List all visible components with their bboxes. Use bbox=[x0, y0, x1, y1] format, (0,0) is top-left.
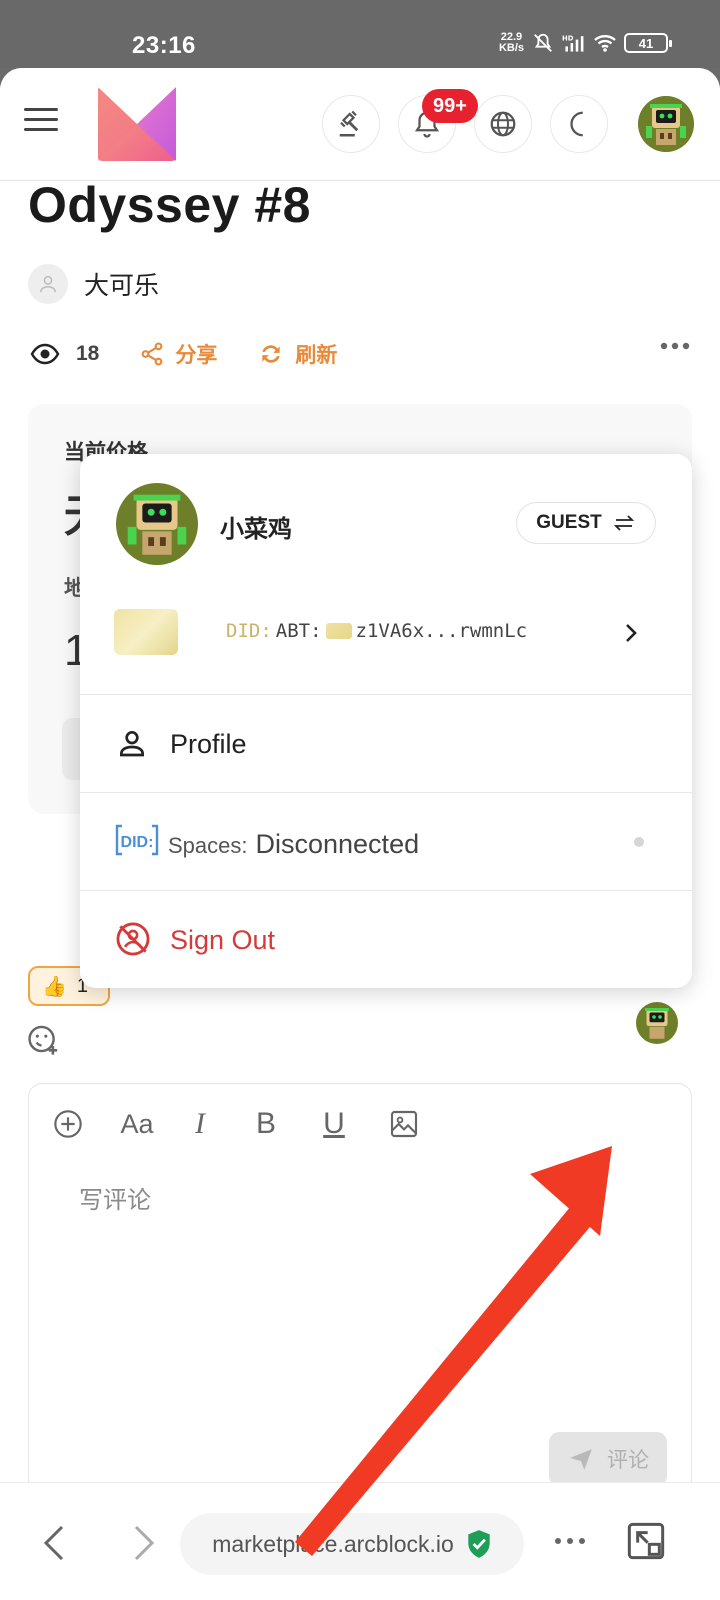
did-address-value: z1VA6x...rwmnLc bbox=[355, 620, 528, 642]
reactor-avatar[interactable] bbox=[636, 1002, 678, 1044]
article-actions: 18 分享 刷新 bbox=[30, 338, 690, 370]
refresh-label: 刷新 bbox=[295, 344, 338, 367]
did-spaces-status: Spaces: Disconnected bbox=[168, 829, 419, 860]
browser-bar: marketplace.arcblock.io bbox=[0, 1482, 720, 1600]
person-icon bbox=[120, 731, 144, 757]
comment-editor: Aa I B U 写评论 评论 bbox=[28, 1083, 692, 1508]
underline-button[interactable]: U bbox=[319, 1106, 349, 1142]
comment-input[interactable]: 写评论 bbox=[79, 1180, 151, 1215]
insert-image-button[interactable] bbox=[387, 1106, 421, 1142]
author-row[interactable]: 大可乐 bbox=[28, 264, 159, 304]
thumbs-up-icon: 👍 bbox=[42, 975, 67, 998]
page-title: Odyssey #8 bbox=[28, 177, 311, 233]
status-bar: 23:16 22.9 KB/s HD 41 bbox=[0, 0, 720, 68]
did-spaces-logo-icon: DID: bbox=[115, 824, 159, 856]
signal-icon: HD bbox=[562, 34, 584, 52]
did-address: DID: ABT: z1VA6x...rwmnLc bbox=[226, 620, 527, 642]
battery-indicator: 41 bbox=[624, 33, 672, 53]
hamburger-menu-icon[interactable] bbox=[24, 108, 58, 136]
submit-comment-button[interactable]: 评论 bbox=[549, 1432, 667, 1486]
connection-status-dot bbox=[634, 837, 644, 847]
swap-arrows-icon bbox=[613, 515, 634, 531]
refresh-icon bbox=[262, 345, 281, 363]
back-icon[interactable] bbox=[42, 1523, 66, 1563]
minimize-window-icon[interactable] bbox=[626, 1521, 666, 1561]
sign-out-label: Sign Out bbox=[170, 925, 276, 955]
did-chain: ABT: bbox=[275, 620, 322, 642]
wifi-icon bbox=[594, 35, 616, 52]
user-menu-avatar bbox=[116, 483, 198, 565]
switch-role-button[interactable]: GUEST bbox=[516, 502, 656, 544]
notification-badge: 99+ bbox=[422, 89, 478, 123]
did-chip-icon bbox=[325, 623, 352, 639]
add-reaction-icon[interactable] bbox=[26, 1022, 60, 1056]
moon-icon bbox=[570, 111, 583, 137]
role-label: GUEST bbox=[536, 512, 602, 533]
status-time: 23:16 bbox=[132, 32, 196, 59]
author-avatar bbox=[28, 264, 68, 304]
share-label: 分享 bbox=[175, 344, 218, 367]
robot-avatar bbox=[638, 96, 694, 152]
chevron-right-icon bbox=[626, 624, 637, 642]
did-card-icon bbox=[114, 609, 178, 655]
submit-comment-label: 评论 bbox=[607, 1449, 649, 1472]
view-count: 18 bbox=[30, 342, 99, 366]
app-logo[interactable] bbox=[98, 87, 176, 161]
eye-icon bbox=[30, 343, 60, 365]
insert-button[interactable] bbox=[51, 1106, 85, 1142]
page: 99+ Odyssey #8 大可乐 18 分享 刷新 当前价格 地 1 👍 1… bbox=[0, 68, 720, 1508]
did-spaces-badge-text: DID: bbox=[121, 834, 154, 851]
profile-label: Profile bbox=[170, 729, 247, 759]
share-button[interactable]: 分享 bbox=[139, 339, 217, 369]
theme-toggle-button[interactable] bbox=[550, 95, 608, 153]
globe-icon bbox=[490, 111, 516, 137]
robot-avatar bbox=[636, 1002, 678, 1044]
bold-button[interactable]: B bbox=[251, 1106, 281, 1142]
font-format-button[interactable]: Aa bbox=[117, 1106, 157, 1142]
address-bar[interactable]: marketplace.arcblock.io bbox=[180, 1513, 524, 1575]
user-avatar-button[interactable] bbox=[638, 96, 694, 152]
language-button[interactable] bbox=[474, 95, 532, 153]
auction-button[interactable] bbox=[322, 95, 380, 153]
verified-shield-icon bbox=[468, 1530, 490, 1558]
profile-menu-item[interactable]: Profile bbox=[80, 695, 692, 792]
italic-button[interactable]: I bbox=[185, 1106, 215, 1142]
url-text: marketplace.arcblock.io bbox=[212, 1530, 454, 1557]
author-name: 大可乐 bbox=[84, 272, 160, 300]
svg-text:HD: HD bbox=[562, 34, 574, 42]
view-count-value: 18 bbox=[76, 342, 100, 365]
did-spaces-menu-item[interactable]: DID: Spaces: Disconnected bbox=[80, 793, 692, 890]
refresh-button[interactable]: 刷新 bbox=[257, 339, 337, 369]
share-icon bbox=[141, 342, 163, 366]
status-icons: 22.9 KB/s HD 41 bbox=[499, 32, 672, 54]
did-spaces-key: Spaces: bbox=[168, 833, 248, 858]
forward-icon[interactable] bbox=[132, 1523, 156, 1563]
app-header: 99+ bbox=[0, 68, 720, 181]
browser-menu-icon[interactable] bbox=[554, 1537, 586, 1545]
gavel-icon bbox=[339, 110, 359, 137]
user-menu-popover: 小菜鸡 GUEST DID: ABT: z1VA6x...rwmnLc Prof… bbox=[80, 454, 692, 988]
plus-circle-icon bbox=[54, 1110, 82, 1138]
robot-avatar bbox=[116, 483, 198, 565]
did-prefix: DID: bbox=[226, 620, 272, 642]
sign-out-menu-item[interactable]: Sign Out bbox=[80, 891, 692, 988]
network-speed: 22.9 KB/s bbox=[499, 32, 524, 54]
sign-out-icon bbox=[116, 922, 150, 956]
user-name: 小菜鸡 bbox=[220, 516, 292, 543]
network-speed-unit: KB/s bbox=[498, 42, 524, 54]
send-icon bbox=[570, 1449, 592, 1470]
user-icon bbox=[39, 275, 57, 293]
more-options-icon[interactable] bbox=[660, 342, 690, 350]
did-address-row[interactable]: DID: ABT: z1VA6x...rwmnLc bbox=[80, 588, 692, 684]
mute-icon bbox=[534, 33, 552, 52]
image-icon bbox=[390, 1110, 418, 1138]
did-spaces-value: Disconnected bbox=[255, 829, 420, 859]
